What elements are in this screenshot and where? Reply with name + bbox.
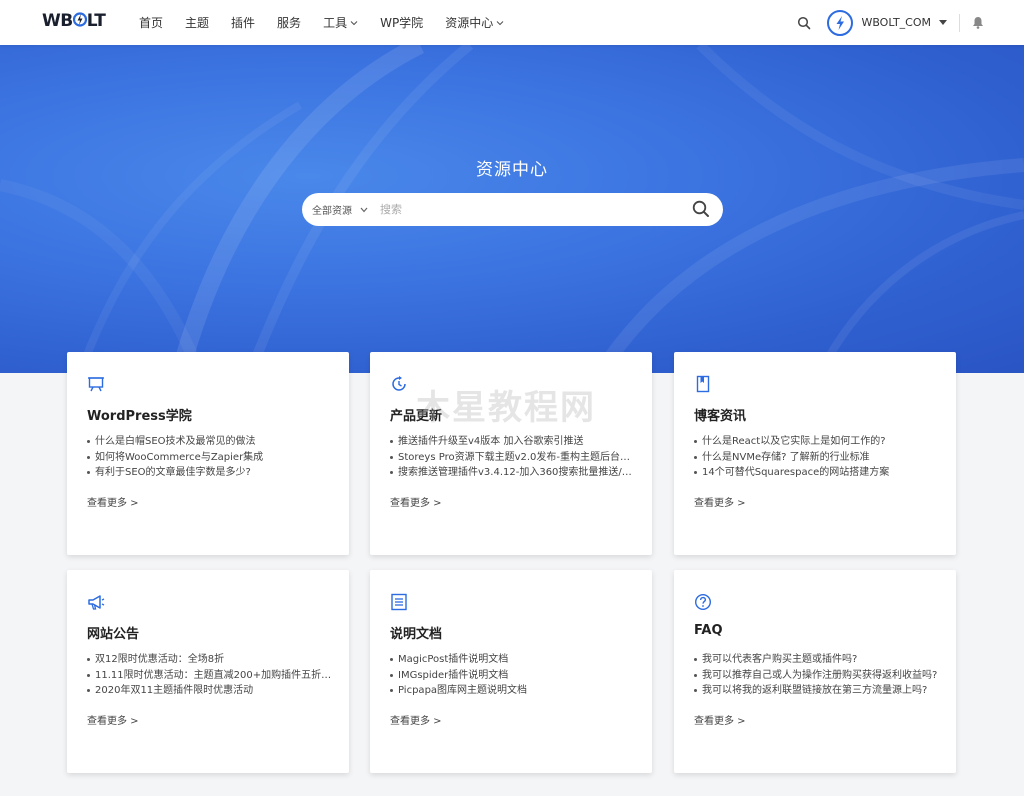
nav-label: 资源中心 [445, 16, 494, 30]
card-blog-news: 博客资讯 什么是React以及它实际上是如何工作的? 什么是NVMe存储? 了解… [674, 352, 956, 555]
nav-label: 主题 [185, 16, 210, 30]
list-item[interactable]: 有利于SEO的文章最佳字数是多少? [87, 465, 333, 481]
list-item[interactable]: 什么是NVMe存储? 了解新的行业标准 [694, 450, 940, 466]
bolt-avatar-icon [836, 15, 845, 30]
card-title[interactable]: 说明文档 [390, 623, 442, 642]
card-list: 双12限时优惠活动：全场8折 11.11限时优惠活动：主题直减200+加购插件五… [87, 652, 333, 699]
list-item[interactable]: 什么是React以及它实际上是如何工作的? [694, 434, 940, 450]
card-product-updates: 产品更新 推送插件升级至v4版本 加入谷歌索引推送 Storeys Pro资源下… [370, 352, 652, 555]
caret-down-icon[interactable] [939, 19, 947, 26]
view-more-link[interactable]: 查看更多 > [390, 712, 442, 727]
list-item[interactable]: Storeys Pro资源下载主题v2.0发布-重构主题后台结… [390, 450, 636, 466]
header-divider [959, 13, 960, 32]
card-faq: FAQ 我可以代表客户购买主题或插件吗? 我可以推荐自己或人为操作注册购买获得返… [674, 570, 956, 773]
list-item[interactable]: 2020年双11主题插件限时优惠活动 [87, 683, 333, 699]
list-item[interactable]: Picpapa图库网主题说明文档 [390, 683, 636, 699]
bookmark-icon [696, 375, 710, 393]
site-logo[interactable]: WB LT [42, 11, 106, 31]
search-icon[interactable] [797, 16, 811, 30]
card-title[interactable]: WordPress学院 [87, 405, 192, 424]
view-more-link[interactable]: 查看更多 > [87, 494, 139, 509]
list-item[interactable]: 如何将WooCommerce与Zapier集成 [87, 450, 333, 466]
document-icon [391, 593, 407, 611]
hero-title: 资源中心 [476, 160, 548, 180]
card-wordpress-academy: WordPress学院 什么是白帽SEO技术及最常见的做法 如何将WooComm… [67, 352, 349, 555]
card-list: 什么是白帽SEO技术及最常见的做法 如何将WooCommerce与Zapier集… [87, 434, 333, 481]
card-title[interactable]: 产品更新 [390, 405, 442, 424]
list-item[interactable]: 推送插件升级至v4版本 加入谷歌索引推送 [390, 434, 636, 450]
card-title[interactable]: FAQ [694, 623, 723, 638]
view-more-link[interactable]: 查看更多 > [694, 712, 746, 727]
list-item[interactable]: 14个可替代Squarespace的网站搭建方案 [694, 465, 940, 481]
search-scope-select[interactable]: 全部资源 [312, 202, 368, 217]
search-icon[interactable] [692, 200, 710, 218]
nav-item-plugins[interactable]: 插件 [231, 14, 255, 31]
nav-item-wp-academy[interactable]: WP学院 [380, 14, 423, 31]
search-scope-label: 全部资源 [312, 206, 352, 217]
list-item[interactable]: 什么是白帽SEO技术及最常见的做法 [87, 434, 333, 450]
nav-label: 服务 [277, 16, 302, 30]
chevron-down-icon [496, 20, 504, 25]
nav-item-tools[interactable]: 工具 [323, 14, 358, 31]
main-nav: 首页 主题 插件 服务 工具 WP学院 资源中心 [139, 0, 526, 45]
top-header: WB LT 首页 主题 插件 服务 工具 WP学院 资源中心 WBOLT_COM [0, 0, 1024, 45]
card-title[interactable]: 博客资讯 [694, 405, 746, 424]
nav-label: 首页 [139, 16, 164, 30]
logo-text-right: LT [86, 11, 106, 31]
list-item[interactable]: 11.11限时优惠活动：主题直减200+加购插件五折/… [87, 668, 333, 684]
list-item[interactable]: 双12限时优惠活动：全场8折 [87, 652, 333, 668]
nav-label: 插件 [231, 16, 256, 30]
list-item[interactable]: 我可以推荐自己或人为操作注册购买获得返利收益吗? [694, 668, 940, 684]
list-item[interactable]: MagicPost插件说明文档 [390, 652, 636, 668]
nav-item-home[interactable]: 首页 [139, 14, 163, 31]
card-list: 我可以代表客户购买主题或插件吗? 我可以推荐自己或人为操作注册购买获得返利收益吗… [694, 652, 940, 699]
nav-item-services[interactable]: 服务 [277, 14, 301, 31]
presentation-icon [88, 377, 104, 392]
nav-label: WP学院 [380, 16, 424, 30]
nav-label: 工具 [323, 16, 348, 30]
card-announcements: 网站公告 双12限时优惠活动：全场8折 11.11限时优惠活动：主题直减200+… [67, 570, 349, 773]
chevron-down-icon [350, 20, 358, 25]
list-item[interactable]: 我可以代表客户购买主题或插件吗? [694, 652, 940, 668]
nav-item-themes[interactable]: 主题 [185, 14, 209, 31]
list-item[interactable]: 我可以将我的返利联盟链接放在第三方流量源上吗? [694, 683, 940, 699]
view-more-link[interactable]: 查看更多 > [694, 494, 746, 509]
logo-text-left: WB [42, 11, 73, 31]
question-icon [694, 593, 712, 611]
hero-banner: 资源中心 全部资源 [0, 45, 1024, 373]
card-list: 推送插件升级至v4版本 加入谷歌索引推送 Storeys Pro资源下载主题v2… [390, 434, 636, 481]
search-input[interactable] [380, 203, 680, 216]
card-list: 什么是React以及它实际上是如何工作的? 什么是NVMe存储? 了解新的行业标… [694, 434, 940, 481]
list-item[interactable]: IMGspider插件说明文档 [390, 668, 636, 684]
card-documentation: 说明文档 MagicPost插件说明文档 IMGspider插件说明文档 Pic… [370, 570, 652, 773]
logo-bolt-icon [72, 11, 87, 31]
bell-icon[interactable] [972, 16, 984, 29]
username[interactable]: WBOLT_COM [861, 16, 931, 29]
megaphone-icon [88, 595, 105, 610]
card-list: MagicPost插件说明文档 IMGspider插件说明文档 Picpapa图… [390, 652, 636, 699]
hero-search-bar: 全部资源 [302, 193, 723, 226]
chevron-down-icon [360, 207, 368, 212]
user-avatar[interactable] [827, 9, 854, 36]
view-more-link[interactable]: 查看更多 > [390, 494, 442, 509]
card-title[interactable]: 网站公告 [87, 623, 139, 642]
header-right: WBOLT_COM [797, 0, 984, 45]
nav-item-resource-center[interactable]: 资源中心 [445, 14, 504, 31]
view-more-link[interactable]: 查看更多 > [87, 712, 139, 727]
list-item[interactable]: 搜索推送管理插件v3.4.12-加入360搜索批量推送/插… [390, 465, 636, 481]
update-icon [392, 376, 406, 391]
